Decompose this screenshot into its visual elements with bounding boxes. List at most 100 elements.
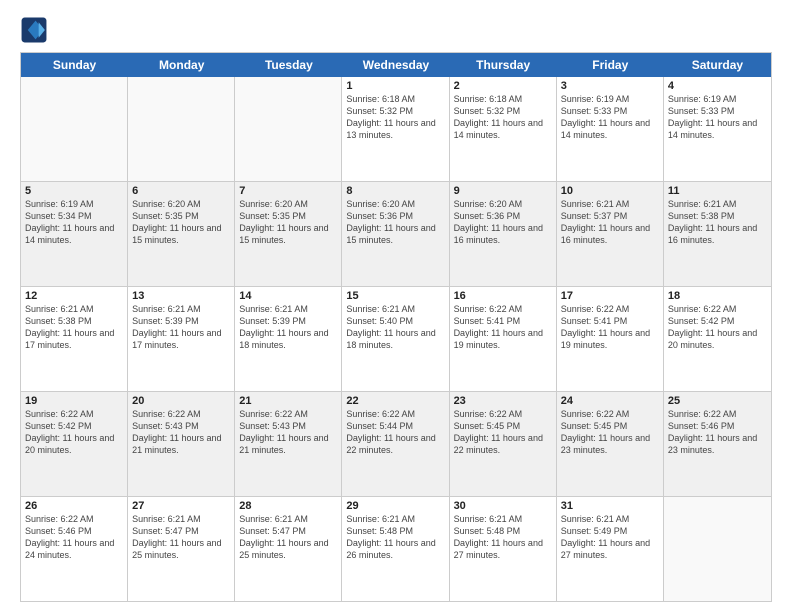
date-number: 9	[454, 185, 552, 197]
day-header-sunday: Sunday	[21, 53, 128, 77]
calendar-week-2: 5Sunrise: 6:19 AMSunset: 5:34 PMDaylight…	[21, 182, 771, 287]
date-number: 8	[346, 185, 444, 197]
date-number: 27	[132, 500, 230, 512]
calendar-cell-20: 20Sunrise: 6:22 AMSunset: 5:43 PMDayligh…	[128, 392, 235, 496]
date-number: 12	[25, 290, 123, 302]
date-number: 15	[346, 290, 444, 302]
calendar-cell-18: 18Sunrise: 6:22 AMSunset: 5:42 PMDayligh…	[664, 287, 771, 391]
date-number: 5	[25, 185, 123, 197]
calendar-cell-27: 27Sunrise: 6:21 AMSunset: 5:47 PMDayligh…	[128, 497, 235, 601]
calendar-cell-empty-4-6	[664, 497, 771, 601]
date-number: 2	[454, 80, 552, 92]
cell-info: Sunrise: 6:22 AMSunset: 5:42 PMDaylight:…	[25, 408, 123, 457]
page-header	[20, 16, 772, 44]
calendar-cell-11: 11Sunrise: 6:21 AMSunset: 5:38 PMDayligh…	[664, 182, 771, 286]
date-number: 21	[239, 395, 337, 407]
cell-info: Sunrise: 6:18 AMSunset: 5:32 PMDaylight:…	[454, 93, 552, 142]
cell-info: Sunrise: 6:20 AMSunset: 5:36 PMDaylight:…	[346, 198, 444, 247]
logo	[20, 16, 52, 44]
date-number: 28	[239, 500, 337, 512]
cell-info: Sunrise: 6:21 AMSunset: 5:39 PMDaylight:…	[239, 303, 337, 352]
date-number: 13	[132, 290, 230, 302]
date-number: 26	[25, 500, 123, 512]
cell-info: Sunrise: 6:21 AMSunset: 5:49 PMDaylight:…	[561, 513, 659, 562]
calendar-cell-31: 31Sunrise: 6:21 AMSunset: 5:49 PMDayligh…	[557, 497, 664, 601]
calendar-cell-12: 12Sunrise: 6:21 AMSunset: 5:38 PMDayligh…	[21, 287, 128, 391]
cell-info: Sunrise: 6:22 AMSunset: 5:45 PMDaylight:…	[561, 408, 659, 457]
calendar-cell-5: 5Sunrise: 6:19 AMSunset: 5:34 PMDaylight…	[21, 182, 128, 286]
calendar-week-3: 12Sunrise: 6:21 AMSunset: 5:38 PMDayligh…	[21, 287, 771, 392]
calendar-cell-23: 23Sunrise: 6:22 AMSunset: 5:45 PMDayligh…	[450, 392, 557, 496]
calendar-cell-15: 15Sunrise: 6:21 AMSunset: 5:40 PMDayligh…	[342, 287, 449, 391]
cell-info: Sunrise: 6:22 AMSunset: 5:43 PMDaylight:…	[239, 408, 337, 457]
day-header-tuesday: Tuesday	[235, 53, 342, 77]
cell-info: Sunrise: 6:21 AMSunset: 5:38 PMDaylight:…	[25, 303, 123, 352]
calendar-cell-10: 10Sunrise: 6:21 AMSunset: 5:37 PMDayligh…	[557, 182, 664, 286]
cell-info: Sunrise: 6:21 AMSunset: 5:40 PMDaylight:…	[346, 303, 444, 352]
date-number: 16	[454, 290, 552, 302]
date-number: 10	[561, 185, 659, 197]
date-number: 24	[561, 395, 659, 407]
date-number: 29	[346, 500, 444, 512]
date-number: 23	[454, 395, 552, 407]
cell-info: Sunrise: 6:22 AMSunset: 5:46 PMDaylight:…	[668, 408, 767, 457]
calendar-cell-9: 9Sunrise: 6:20 AMSunset: 5:36 PMDaylight…	[450, 182, 557, 286]
day-header-monday: Monday	[128, 53, 235, 77]
calendar-body: 1Sunrise: 6:18 AMSunset: 5:32 PMDaylight…	[21, 77, 771, 601]
cell-info: Sunrise: 6:19 AMSunset: 5:33 PMDaylight:…	[561, 93, 659, 142]
date-number: 31	[561, 500, 659, 512]
cell-info: Sunrise: 6:22 AMSunset: 5:41 PMDaylight:…	[561, 303, 659, 352]
calendar-cell-21: 21Sunrise: 6:22 AMSunset: 5:43 PMDayligh…	[235, 392, 342, 496]
calendar-cell-16: 16Sunrise: 6:22 AMSunset: 5:41 PMDayligh…	[450, 287, 557, 391]
cell-info: Sunrise: 6:21 AMSunset: 5:48 PMDaylight:…	[346, 513, 444, 562]
calendar-cell-3: 3Sunrise: 6:19 AMSunset: 5:33 PMDaylight…	[557, 77, 664, 181]
cell-info: Sunrise: 6:22 AMSunset: 5:46 PMDaylight:…	[25, 513, 123, 562]
calendar-header: SundayMondayTuesdayWednesdayThursdayFrid…	[21, 53, 771, 77]
date-number: 11	[668, 185, 767, 197]
date-number: 18	[668, 290, 767, 302]
cell-info: Sunrise: 6:22 AMSunset: 5:42 PMDaylight:…	[668, 303, 767, 352]
cell-info: Sunrise: 6:22 AMSunset: 5:44 PMDaylight:…	[346, 408, 444, 457]
calendar-cell-30: 30Sunrise: 6:21 AMSunset: 5:48 PMDayligh…	[450, 497, 557, 601]
calendar-cell-6: 6Sunrise: 6:20 AMSunset: 5:35 PMDaylight…	[128, 182, 235, 286]
cell-info: Sunrise: 6:21 AMSunset: 5:37 PMDaylight:…	[561, 198, 659, 247]
calendar-week-4: 19Sunrise: 6:22 AMSunset: 5:42 PMDayligh…	[21, 392, 771, 497]
calendar-cell-8: 8Sunrise: 6:20 AMSunset: 5:36 PMDaylight…	[342, 182, 449, 286]
calendar-cell-14: 14Sunrise: 6:21 AMSunset: 5:39 PMDayligh…	[235, 287, 342, 391]
day-header-friday: Friday	[557, 53, 664, 77]
calendar-cell-29: 29Sunrise: 6:21 AMSunset: 5:48 PMDayligh…	[342, 497, 449, 601]
cell-info: Sunrise: 6:19 AMSunset: 5:34 PMDaylight:…	[25, 198, 123, 247]
date-number: 3	[561, 80, 659, 92]
date-number: 17	[561, 290, 659, 302]
cell-info: Sunrise: 6:21 AMSunset: 5:38 PMDaylight:…	[668, 198, 767, 247]
cell-info: Sunrise: 6:22 AMSunset: 5:43 PMDaylight:…	[132, 408, 230, 457]
calendar-cell-25: 25Sunrise: 6:22 AMSunset: 5:46 PMDayligh…	[664, 392, 771, 496]
date-number: 4	[668, 80, 767, 92]
calendar-cell-24: 24Sunrise: 6:22 AMSunset: 5:45 PMDayligh…	[557, 392, 664, 496]
date-number: 19	[25, 395, 123, 407]
calendar-cell-2: 2Sunrise: 6:18 AMSunset: 5:32 PMDaylight…	[450, 77, 557, 181]
cell-info: Sunrise: 6:21 AMSunset: 5:48 PMDaylight:…	[454, 513, 552, 562]
date-number: 22	[346, 395, 444, 407]
day-header-wednesday: Wednesday	[342, 53, 449, 77]
calendar: SundayMondayTuesdayWednesdayThursdayFrid…	[20, 52, 772, 602]
calendar-cell-1: 1Sunrise: 6:18 AMSunset: 5:32 PMDaylight…	[342, 77, 449, 181]
date-number: 1	[346, 80, 444, 92]
date-number: 7	[239, 185, 337, 197]
day-header-saturday: Saturday	[664, 53, 771, 77]
cell-info: Sunrise: 6:19 AMSunset: 5:33 PMDaylight:…	[668, 93, 767, 142]
logo-icon	[20, 16, 48, 44]
calendar-cell-22: 22Sunrise: 6:22 AMSunset: 5:44 PMDayligh…	[342, 392, 449, 496]
date-number: 14	[239, 290, 337, 302]
date-number: 25	[668, 395, 767, 407]
date-number: 20	[132, 395, 230, 407]
calendar-cell-empty-0-1	[128, 77, 235, 181]
cell-info: Sunrise: 6:20 AMSunset: 5:36 PMDaylight:…	[454, 198, 552, 247]
calendar-cell-13: 13Sunrise: 6:21 AMSunset: 5:39 PMDayligh…	[128, 287, 235, 391]
calendar-cell-4: 4Sunrise: 6:19 AMSunset: 5:33 PMDaylight…	[664, 77, 771, 181]
calendar-week-5: 26Sunrise: 6:22 AMSunset: 5:46 PMDayligh…	[21, 497, 771, 601]
date-number: 6	[132, 185, 230, 197]
cell-info: Sunrise: 6:20 AMSunset: 5:35 PMDaylight:…	[239, 198, 337, 247]
cell-info: Sunrise: 6:18 AMSunset: 5:32 PMDaylight:…	[346, 93, 444, 142]
cell-info: Sunrise: 6:22 AMSunset: 5:45 PMDaylight:…	[454, 408, 552, 457]
